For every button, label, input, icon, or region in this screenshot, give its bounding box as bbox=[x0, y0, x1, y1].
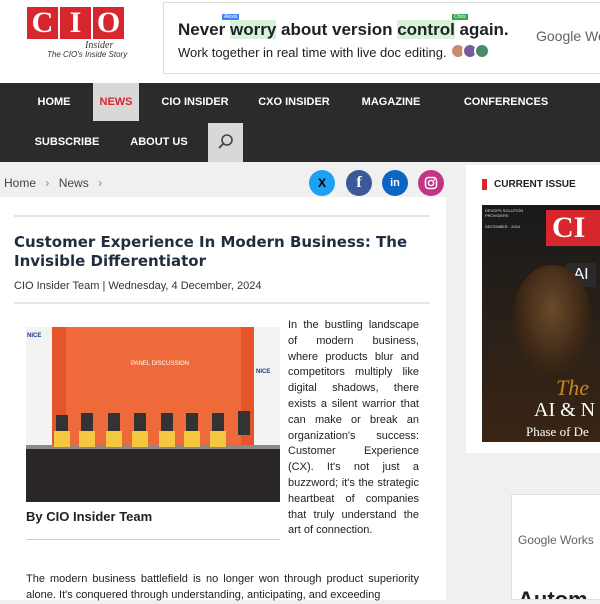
photo-caption: By CIO Insider Team bbox=[26, 509, 153, 524]
cover-date: DECEMBER - 2024 bbox=[485, 224, 521, 229]
logo-letter-i: I bbox=[60, 7, 91, 39]
ad-cursor-tag-left: Alexis bbox=[222, 14, 240, 20]
sidebar-ad-google-brand: Google Works bbox=[518, 533, 594, 547]
current-issue-panel: CURRENT ISSUE DEVOPS SOLUTION PROVIDERS … bbox=[466, 165, 600, 453]
ad-avatars bbox=[450, 43, 490, 59]
ad-headline-post: again. bbox=[454, 20, 509, 39]
ad-headline-pre: Never bbox=[178, 20, 230, 39]
site-header: C I O Insider The CIO's Inside Story Nev… bbox=[0, 0, 600, 83]
breadcrumb: Home › News › bbox=[4, 176, 108, 190]
photo-banner-text: PANEL DISCUSSION bbox=[131, 361, 189, 367]
ad-google-brand: Google Work bbox=[536, 28, 600, 44]
nav-item-about-us[interactable]: ABOUT US bbox=[124, 123, 194, 162]
ad-headline-mid: about version bbox=[276, 20, 398, 39]
cover-logo: CI bbox=[546, 210, 600, 246]
cover-title: AI & N bbox=[534, 399, 596, 421]
nav-item-magazine[interactable]: MAGAZINE bbox=[356, 83, 426, 121]
current-issue-heading: CURRENT ISSUE bbox=[482, 179, 576, 190]
nav-item-cxo-insider[interactable]: CXO INSIDER bbox=[253, 83, 335, 121]
breadcrumb-home[interactable]: Home bbox=[4, 176, 36, 190]
article-photo: NICE NICE PANEL DISCUSSION bbox=[26, 327, 280, 502]
logo-letter-c: C bbox=[27, 7, 58, 39]
avatar bbox=[474, 43, 490, 59]
article-byline: CIO Insider Team | Wednesday, 4 December… bbox=[14, 280, 262, 292]
logo-tagline: The CIO's Inside Story bbox=[47, 50, 128, 59]
chevron-right-icon: › bbox=[45, 176, 50, 190]
cover-small-text: DEVOPS SOLUTION PROVIDERS bbox=[485, 208, 524, 218]
ad-headline-highlight-2: control bbox=[397, 20, 455, 39]
ad-headline-highlight-1: worry bbox=[229, 20, 277, 39]
nav-item-news[interactable]: NEWS bbox=[93, 83, 139, 121]
search-button[interactable] bbox=[208, 123, 243, 162]
divider bbox=[14, 302, 430, 304]
divider bbox=[26, 539, 280, 540]
instagram-glyph bbox=[424, 176, 438, 190]
nav-item-home[interactable]: HOME bbox=[29, 83, 79, 121]
article-paragraph: The modern business battlefield is no lo… bbox=[26, 573, 419, 601]
facebook-icon[interactable]: f bbox=[346, 170, 372, 196]
banner-ad[interactable]: Never worry about version control again.… bbox=[163, 2, 600, 74]
cover-subtitle: Phase of De bbox=[526, 424, 589, 439]
photo-sign-right: NICE bbox=[256, 369, 270, 375]
chevron-right-icon: › bbox=[98, 176, 103, 190]
ad-cursor-tag-right: Chris bbox=[452, 14, 468, 20]
cover-the: The bbox=[556, 375, 589, 400]
ad-subline: Work together in real time with live doc… bbox=[178, 45, 447, 60]
x-twitter-icon[interactable]: X bbox=[309, 170, 335, 196]
breadcrumb-news[interactable]: News bbox=[59, 176, 89, 190]
article-paragraph: In the bustling landscape of modern busi… bbox=[288, 319, 419, 537]
search-icon bbox=[218, 134, 233, 149]
article-title: Customer Experience In Modern Business: … bbox=[14, 233, 408, 270]
sidebar-ad[interactable]: Google Works Autom bbox=[511, 494, 600, 600]
nav-item-cio-insider[interactable]: CIO INSIDER bbox=[155, 83, 235, 121]
main-nav: HOME NEWS CIO INSIDER CXO INSIDER MAGAZI… bbox=[0, 83, 600, 162]
cio-insider-logo[interactable]: C I O Insider The CIO's Inside Story bbox=[27, 7, 127, 63]
nav-item-subscribe[interactable]: SUBSCRIBE bbox=[30, 123, 104, 162]
photo-sign-left: NICE bbox=[27, 333, 41, 339]
cover-face-art bbox=[512, 265, 592, 375]
ad-headline: Never worry about version control again. bbox=[178, 20, 509, 40]
magazine-cover[interactable]: DEVOPS SOLUTION PROVIDERS DECEMBER - 202… bbox=[482, 205, 600, 442]
instagram-icon[interactable] bbox=[418, 170, 444, 196]
linkedin-icon[interactable]: in bbox=[382, 170, 408, 196]
sidebar-ad-text: Autom bbox=[518, 587, 588, 600]
nav-item-conferences[interactable]: CONFERENCES bbox=[448, 83, 564, 121]
logo-letter-o: O bbox=[93, 7, 124, 39]
article: Customer Experience In Modern Business: … bbox=[0, 197, 446, 601]
panel-discussion-photo: NICE NICE PANEL DISCUSSION bbox=[26, 327, 280, 502]
divider bbox=[14, 215, 430, 217]
